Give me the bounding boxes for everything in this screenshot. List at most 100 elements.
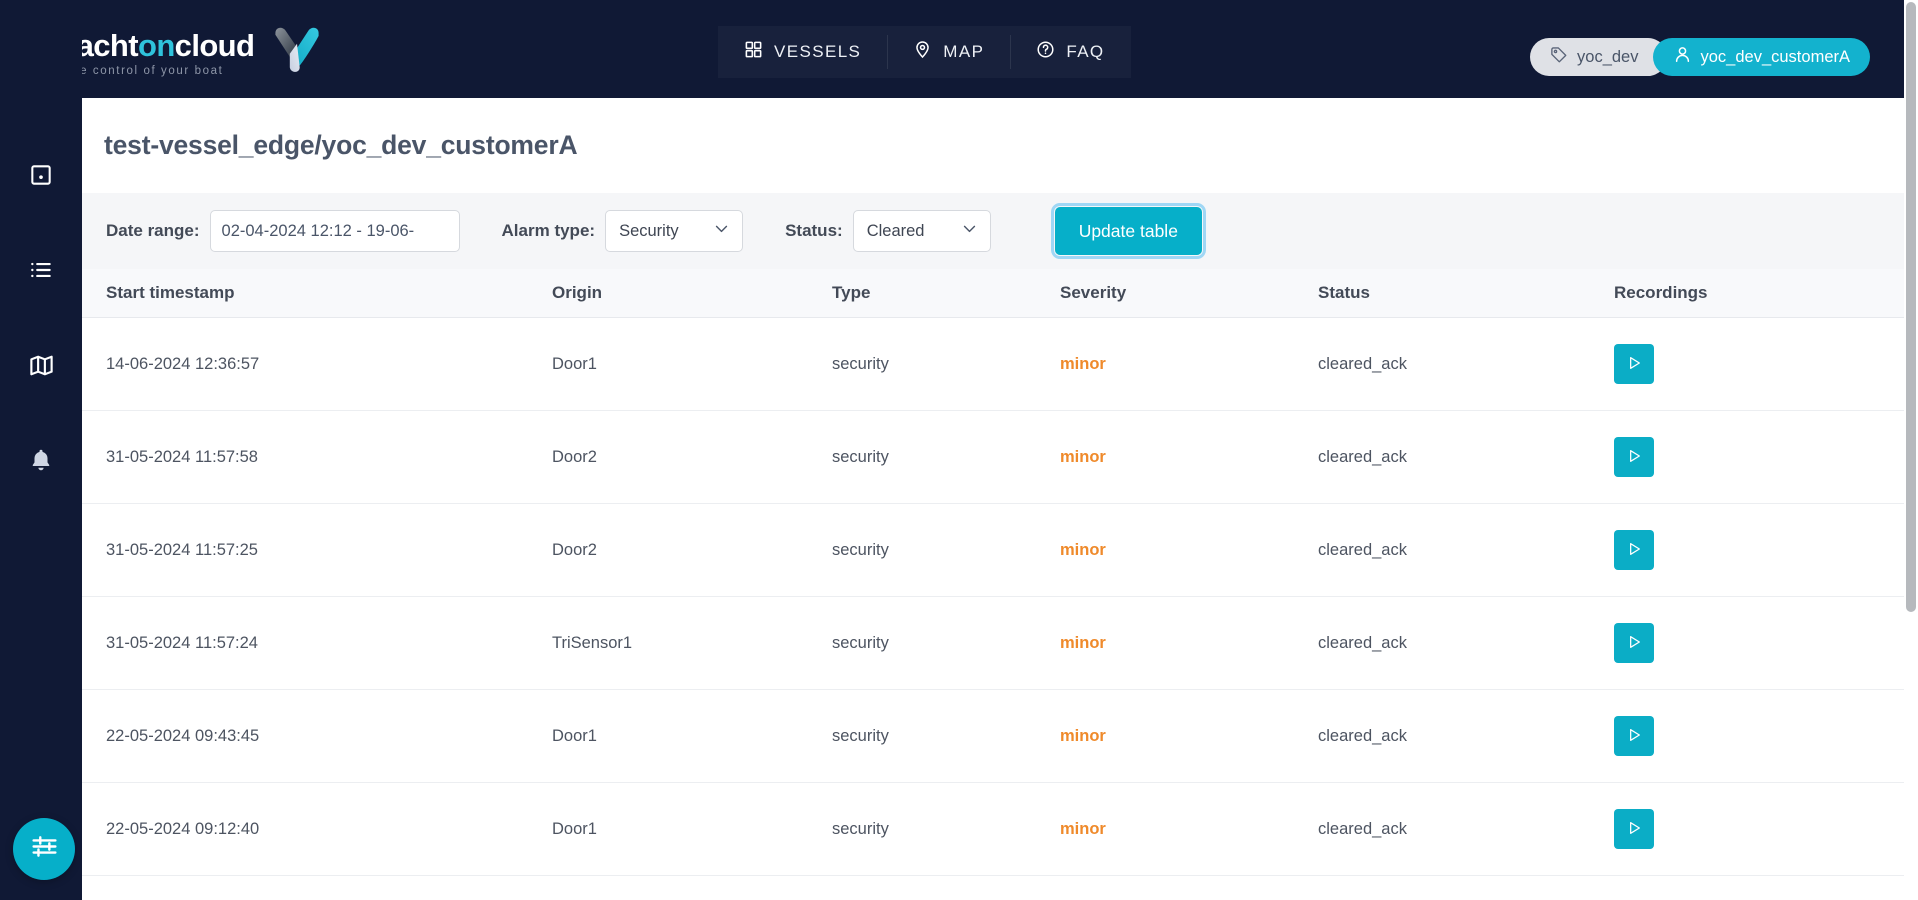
sidebar-item-map[interactable] <box>21 345 61 385</box>
cell-start-timestamp: 31-05-2024 11:57:24 <box>82 596 552 690</box>
user-badge-label: yoc_dev_customerA <box>1700 47 1851 66</box>
status-select[interactable]: Cleared <box>852 210 991 252</box>
cell-recordings <box>1614 410 1906 504</box>
tenant-badge-label: yoc_dev <box>1577 47 1639 66</box>
main-navigation: VESSELS MAP FAQ <box>718 26 1131 78</box>
tenant-badge[interactable]: yoc_dev <box>1530 38 1667 76</box>
page-scrollbar[interactable] <box>1904 0 1918 900</box>
cell-severity: minor <box>1060 689 1318 783</box>
brand-logo[interactable]: yachtoncloud take control of your boat <box>60 24 324 83</box>
cell-origin: Door2 <box>552 410 832 504</box>
cell-type: security <box>832 317 1060 411</box>
severity-badge: minor <box>1060 633 1106 652</box>
dashboard-square-icon <box>28 162 54 188</box>
date-range-value: 02-04-2024 12:12 - 19-06- <box>221 221 415 240</box>
severity-badge: minor <box>1060 540 1106 559</box>
grid-icon <box>744 40 763 64</box>
location-pin-icon <box>913 40 932 64</box>
play-recording-button[interactable] <box>1614 437 1654 477</box>
cell-start-timestamp: 14-06-2024 12:36:57 <box>82 317 552 411</box>
table-row[interactable]: 22-05-2024 09:12:40 Door1 security minor cle… <box>82 782 1906 876</box>
sidebar-item-dashboard[interactable] <box>21 155 61 195</box>
play-recording-button[interactable] <box>1614 623 1654 663</box>
cell-type: security <box>832 503 1060 597</box>
user-badge[interactable]: yoc_dev_customerA <box>1652 38 1870 76</box>
filter-fab-button[interactable] <box>13 818 75 880</box>
brand-wordmark: yachtoncloud <box>60 28 255 63</box>
play-recording-button[interactable] <box>1614 344 1654 384</box>
table-row[interactable]: 14-06-2024 12:36:57 Door1 security minor cle… <box>82 317 1906 411</box>
severity-badge: minor <box>1060 447 1106 466</box>
tag-icon <box>1550 46 1568 69</box>
chevron-down-icon <box>961 220 978 242</box>
cell-type: security <box>832 596 1060 690</box>
nav-item-vessels-label: VESSELS <box>774 42 862 61</box>
cell-status: cleared_ack <box>1318 596 1614 690</box>
map-icon <box>28 352 55 379</box>
cell-recordings <box>1614 317 1906 411</box>
play-recording-button[interactable] <box>1614 716 1654 756</box>
sidebar-item-alarms[interactable] <box>21 440 61 480</box>
cell-severity: minor <box>1060 410 1318 504</box>
nav-item-map[interactable]: MAP <box>887 26 1010 78</box>
column-header-severity[interactable]: Severity <box>1060 269 1318 318</box>
brand-y-mark-icon <box>270 24 324 83</box>
filter-toolbar: Date range: 02-04-2024 12:12 - 19-06- Al… <box>82 193 1906 269</box>
play-icon <box>1626 540 1642 561</box>
cell-origin: Door1 <box>552 317 832 411</box>
nav-item-faq-label: FAQ <box>1066 42 1105 61</box>
column-header-start-timestamp[interactable]: Start timestamp <box>82 269 552 318</box>
left-sidebar <box>0 0 82 900</box>
severity-badge: minor <box>1060 819 1106 838</box>
play-icon <box>1626 447 1642 468</box>
nav-item-vessels[interactable]: VESSELS <box>718 26 887 78</box>
cell-severity: minor <box>1060 782 1318 876</box>
top-header: yachtoncloud take control of your boat V… <box>0 0 1918 98</box>
cell-origin: Door1 <box>552 689 832 783</box>
table-head: Start timestamp Origin Type Severity Sta… <box>82 269 1906 318</box>
table-header-row: Start timestamp Origin Type Severity Sta… <box>82 269 1906 318</box>
alarm-type-label: Alarm type: <box>501 221 596 240</box>
column-header-origin[interactable]: Origin <box>552 269 832 318</box>
cell-origin: TriSensor1 <box>552 596 832 690</box>
table-row[interactable]: 22-05-2024 09:43:45 Door1 security minor cle… <box>82 689 1906 783</box>
table-row[interactable]: 31-05-2024 11:57:25 Door2 security minor cle… <box>82 503 1906 597</box>
nav-item-faq[interactable]: FAQ <box>1010 26 1130 78</box>
alarms-table: Start timestamp Origin Type Severity Sta… <box>82 269 1906 876</box>
update-table-button[interactable]: Update table <box>1050 203 1206 259</box>
nav-item-map-label: MAP <box>943 42 985 61</box>
cell-origin: Door1 <box>552 782 832 876</box>
bell-icon <box>28 447 54 473</box>
severity-badge: minor <box>1060 726 1106 745</box>
table-row[interactable]: 31-05-2024 11:57:58 Door2 security minor cle… <box>82 410 1906 504</box>
cell-type: security <box>832 689 1060 783</box>
brand-word-part3: cloud <box>174 28 255 63</box>
cell-status: cleared_ack <box>1318 782 1614 876</box>
play-icon <box>1626 819 1642 840</box>
date-range-input[interactable]: 02-04-2024 12:12 - 19-06- <box>209 210 460 252</box>
cell-recordings <box>1614 596 1906 690</box>
column-header-recordings[interactable]: Recordings <box>1614 269 1906 318</box>
cell-recordings <box>1614 689 1906 783</box>
table-body: 14-06-2024 12:36:57 Door1 security minor cle… <box>82 317 1906 876</box>
cell-start-timestamp: 31-05-2024 11:57:25 <box>82 503 552 597</box>
play-recording-button[interactable] <box>1614 809 1654 849</box>
sidebar-items <box>0 155 82 480</box>
play-recording-button[interactable] <box>1614 530 1654 570</box>
cell-start-timestamp: 31-05-2024 11:57:58 <box>82 410 552 504</box>
table-row[interactable]: 31-05-2024 11:57:24 TriSensor1 security min… <box>82 596 1906 690</box>
question-circle-icon <box>1036 40 1055 64</box>
app-root: yachtoncloud take control of your boat V… <box>0 0 1918 900</box>
column-header-type[interactable]: Type <box>832 269 1060 318</box>
page-scrollbar-thumb[interactable] <box>1906 2 1916 612</box>
status-label: Status: <box>785 221 843 240</box>
play-icon <box>1626 633 1642 654</box>
sliders-icon <box>30 832 59 866</box>
column-header-status[interactable]: Status <box>1318 269 1614 318</box>
alarm-type-select[interactable]: Security <box>605 210 744 252</box>
cell-type: security <box>832 410 1060 504</box>
alarm-type-value: Security <box>619 221 679 240</box>
page-title: test-vessel_edge/yoc_dev_customerA <box>104 130 578 160</box>
cell-type: security <box>832 782 1060 876</box>
sidebar-item-list[interactable] <box>21 250 61 290</box>
